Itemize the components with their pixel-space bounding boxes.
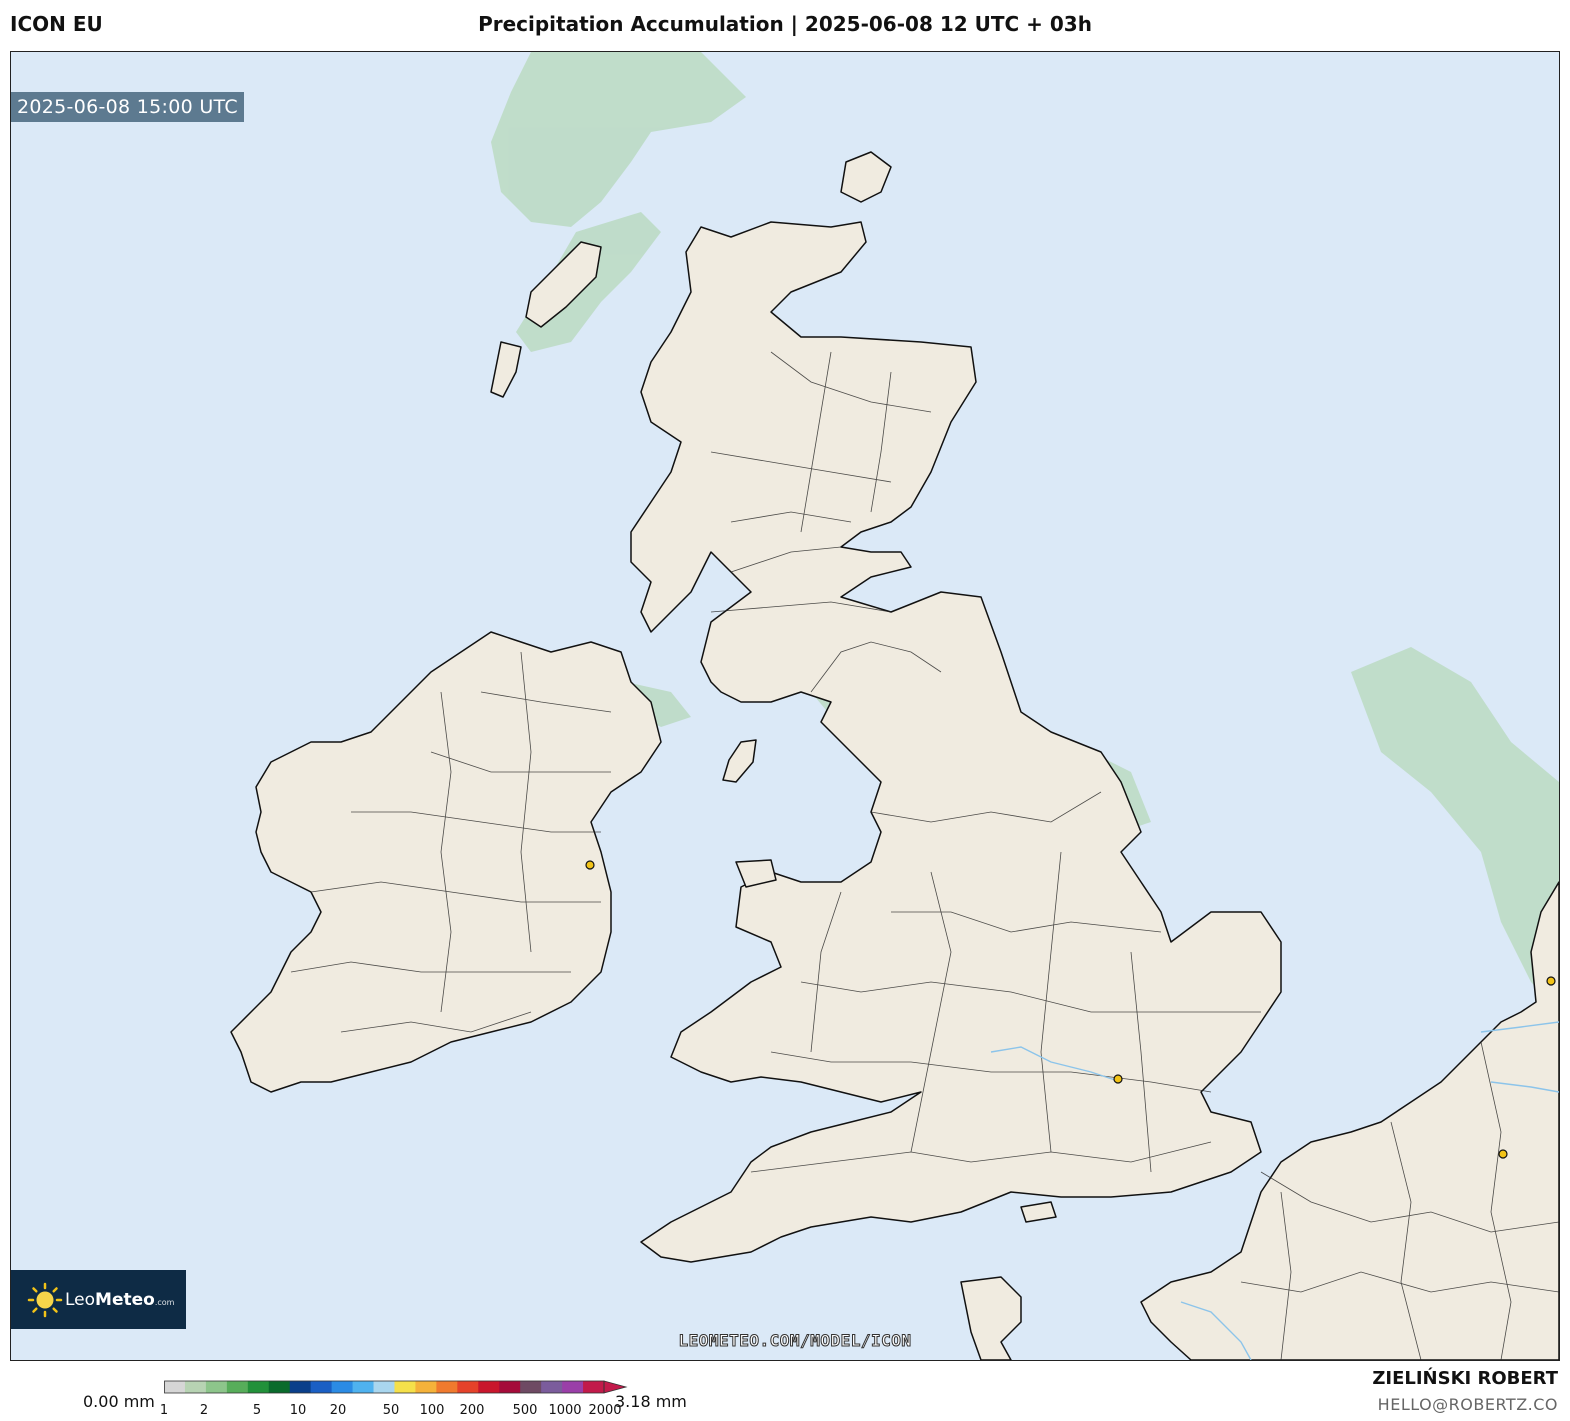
- sun-icon: [27, 1282, 63, 1318]
- colorbar-tick-label: 200: [459, 1403, 485, 1418]
- colorbar-segment: [331, 1381, 354, 1393]
- orkney-islands: [840, 151, 892, 203]
- colorbar-segment: [226, 1381, 249, 1393]
- colorbar-tick-label: 1000: [548, 1403, 582, 1418]
- colorbar-min-label: 0.00 mm: [83, 1392, 155, 1411]
- colorbar-tick-label: 500: [512, 1403, 538, 1418]
- colorbar-segment: [268, 1381, 291, 1393]
- precip-north-atlantic: [491, 52, 746, 227]
- valid-time-label: 2025-06-08 15:00 UTC: [11, 92, 244, 122]
- author-name: ZIELIŃSKI ROBERT: [1372, 1368, 1558, 1389]
- footer: 0.00 mm 1 2 5 10 20 50 100 200 500 1000 2000 3.18 …: [0, 1360, 1570, 1421]
- leometeo-logo: LeoMeteo.com: [11, 1270, 186, 1329]
- source-watermark: LEOMETEO.COM/MODEL/ICON: [678, 1331, 912, 1351]
- map-canvas: [230, 52, 1559, 1360]
- logo-text: LeoMeteo.com: [65, 1289, 175, 1310]
- colorbar-segment: [520, 1381, 542, 1393]
- colorbar-tick-label: 1: [159, 1403, 169, 1418]
- city-brussels: [1498, 1149, 1508, 1159]
- colorbar-tick-label: 5: [252, 1403, 262, 1418]
- colorbar-segment: [478, 1381, 500, 1393]
- colorbar-tick-label: 100: [419, 1403, 445, 1418]
- colorbar-max-label: 3.18 mm: [615, 1392, 687, 1411]
- uist-islands: [490, 341, 522, 398]
- isle-of-man: [722, 739, 757, 783]
- land-layer: [230, 151, 1559, 1360]
- colorbar-segment: [562, 1381, 584, 1393]
- colorbar-tick-label: 2: [199, 1403, 209, 1418]
- colorbar-segment: [289, 1381, 312, 1393]
- isle-of-wight: [1020, 1201, 1057, 1223]
- colorbar-segment: [352, 1381, 375, 1393]
- map-area: 2025-06-08 15:00 UTC LeoMeteo.com LEOMET…: [10, 51, 1560, 1361]
- city-amsterdam: [1546, 976, 1556, 986]
- colorbar-tick-label: 20: [329, 1403, 347, 1418]
- colorbar-segment: [541, 1381, 563, 1393]
- colorbar-segment: [415, 1381, 437, 1393]
- colorbar-tick-label: 50: [382, 1403, 400, 1418]
- colorbar-segment: [583, 1381, 605, 1393]
- colorbar-segment: [436, 1381, 458, 1393]
- ireland: [230, 631, 662, 1093]
- colorbar-segment: [457, 1381, 479, 1393]
- colorbar-segment: [205, 1381, 228, 1393]
- city-london: [1113, 1074, 1123, 1084]
- colorbar-segment: [499, 1381, 521, 1393]
- colorbar-segment: [394, 1381, 416, 1393]
- colorbar-segment: [310, 1381, 333, 1393]
- author-email: HELLO@ROBERTZ.CO: [1377, 1395, 1558, 1414]
- precipitation-colorbar: [164, 1380, 628, 1394]
- colorbar-tick-label: 10: [289, 1403, 307, 1418]
- precip-north-sea: [1351, 647, 1559, 1012]
- city-dublin: [585, 860, 595, 870]
- colorbar-segment: [247, 1381, 270, 1393]
- colorbar-segment: [373, 1381, 395, 1393]
- map-title: Precipitation Accumulation | 2025-06-08 …: [478, 12, 1092, 36]
- colorbar-segment: [184, 1381, 207, 1393]
- great-britain: [630, 221, 1282, 1263]
- colorbar-segment: [164, 1381, 186, 1393]
